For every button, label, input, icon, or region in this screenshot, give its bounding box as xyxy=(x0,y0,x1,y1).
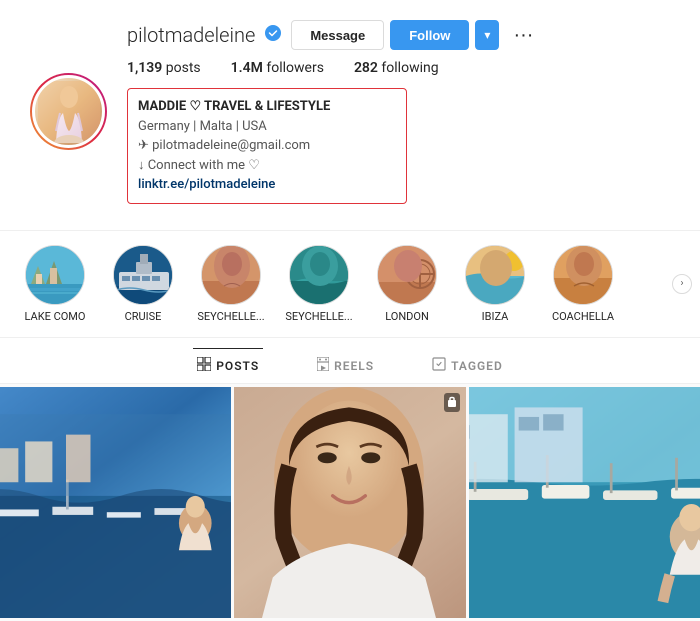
tabs-section: POSTS REELS TAGGED xyxy=(0,338,700,384)
following-count: 282 xyxy=(354,60,378,76)
bio-connect: ↓ Connect with me ♡ xyxy=(138,156,396,176)
reels-tab-icon xyxy=(317,357,329,375)
follow-dropdown-button[interactable]: ▾ xyxy=(475,20,499,50)
post-thumbnail-3[interactable] xyxy=(469,387,700,618)
highlight-circle-ibiza xyxy=(465,245,525,305)
tagged-tab-icon xyxy=(432,357,446,375)
highlight-circle-lake-como xyxy=(25,245,85,305)
highlight-seychelles2[interactable]: SEYCHELLE... xyxy=(284,245,354,323)
username-row: pilotmadeleine Message Follow ▾ ··· xyxy=(127,20,670,50)
post-thumbnail-1[interactable] xyxy=(0,387,231,618)
profile-top: pilotmadeleine Message Follow ▾ ··· xyxy=(30,20,670,204)
highlight-label-coachella: COACHELLA xyxy=(548,310,618,323)
highlight-label-lake-como: LAKE COMO xyxy=(20,310,90,323)
tab-posts[interactable]: POSTS xyxy=(193,348,263,383)
profile-info: pilotmadeleine Message Follow ▾ ··· xyxy=(127,20,670,204)
stats-row: 1,139 posts 1.4M followers 282 following xyxy=(127,60,670,76)
bio-box: MADDIE ♡ TRAVEL & LIFESTYLE Germany | Ma… xyxy=(127,88,407,204)
follow-button[interactable]: Follow xyxy=(390,20,469,50)
bio-name: MADDIE ♡ TRAVEL & LIFESTYLE xyxy=(138,99,330,114)
more-options-button[interactable]: ··· xyxy=(505,20,541,50)
highlights-next-button[interactable]: › xyxy=(672,274,692,294)
highlight-cruise[interactable]: CRUISE xyxy=(108,245,178,323)
highlight-coachella[interactable]: COACHELLA xyxy=(548,245,618,323)
highlight-circle-seychelles2 xyxy=(289,245,349,305)
tab-tagged-label: TAGGED xyxy=(451,359,503,373)
message-button[interactable]: Message xyxy=(291,20,384,50)
avatar-wrapper[interactable] xyxy=(30,73,107,150)
username: pilotmadeleine xyxy=(127,23,255,47)
following-label: following xyxy=(381,60,438,76)
posts-count: 1,139 xyxy=(127,60,162,76)
highlight-circle-london xyxy=(377,245,437,305)
followers-label: followers xyxy=(266,60,324,76)
tab-reels-label: REELS xyxy=(334,359,374,373)
tab-posts-label: POSTS xyxy=(216,359,259,373)
profile-section: pilotmadeleine Message Follow ▾ ··· xyxy=(0,0,700,231)
action-buttons: Message Follow ▾ ··· xyxy=(291,20,541,50)
bio-location: Germany | Malta | USA xyxy=(138,117,396,137)
highlight-label-london: LONDON xyxy=(372,310,442,323)
avatar xyxy=(32,75,105,148)
post-lock-badge xyxy=(444,393,460,412)
highlight-label-seychelles2: SEYCHELLE... xyxy=(284,310,354,323)
highlight-label-cruise: CRUISE xyxy=(108,310,178,323)
highlight-label-seychelles1: SEYCHELLE... xyxy=(196,310,266,323)
posts-grid xyxy=(0,384,700,621)
posts-tab-icon xyxy=(197,357,211,375)
highlight-lake-como[interactable]: LAKE COMO xyxy=(20,245,90,323)
followers-count: 1.4M xyxy=(231,60,263,76)
highlight-ibiza[interactable]: IBIZA xyxy=(460,245,530,323)
followers-stat[interactable]: 1.4M followers xyxy=(231,60,324,76)
highlight-circle-seychelles1 xyxy=(201,245,261,305)
highlight-label-ibiza: IBIZA xyxy=(460,310,530,323)
tab-reels[interactable]: REELS xyxy=(313,348,378,383)
highlight-circle-coachella xyxy=(553,245,613,305)
highlight-circle-cruise xyxy=(113,245,173,305)
highlights-container: LAKE COMO CRUISE xyxy=(20,245,680,323)
bio-link[interactable]: linktr.ee/pilotmadeleine xyxy=(138,177,275,192)
highlight-seychelles1[interactable]: SEYCHELLE... xyxy=(196,245,266,323)
tab-tagged[interactable]: TAGGED xyxy=(428,348,507,383)
following-stat[interactable]: 282 following xyxy=(354,60,439,76)
posts-stat[interactable]: 1,139 posts xyxy=(127,60,201,76)
highlights-section: LAKE COMO CRUISE xyxy=(0,231,700,338)
bio-email: ✈ pilotmadeleine@gmail.com xyxy=(138,136,396,156)
post-thumbnail-2[interactable] xyxy=(234,387,465,618)
highlight-london[interactable]: LONDON xyxy=(372,245,442,323)
posts-label: posts xyxy=(166,60,201,76)
verified-icon xyxy=(265,25,281,45)
bio-name-line: MADDIE ♡ TRAVEL & LIFESTYLE xyxy=(138,97,396,117)
